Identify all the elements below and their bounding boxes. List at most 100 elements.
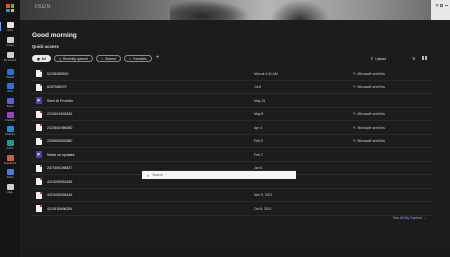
file-name[interactable]: 4210453094446 bbox=[47, 193, 72, 197]
file-activity: ✎ Microsoft sent this bbox=[353, 72, 385, 76]
star-icon: ☆ bbox=[128, 56, 132, 61]
file-row[interactable]: 4210153696254 Oct 8, 2021 bbox=[32, 202, 432, 216]
teams-icon bbox=[6, 98, 14, 104]
apps-icon bbox=[6, 184, 14, 190]
main-content: Good morning Quick access ▦ All ◷ Recent… bbox=[20, 20, 450, 257]
file-name[interactable]: Semi AI Provider bbox=[47, 99, 73, 103]
pdf-file-icon bbox=[36, 137, 42, 145]
admin-icon bbox=[6, 169, 14, 175]
pdf-file-icon bbox=[36, 191, 42, 199]
search-placeholder: Search bbox=[152, 173, 163, 177]
footer bbox=[20, 247, 450, 257]
pen-icon: ✎ bbox=[353, 71, 357, 76]
search-box[interactable]: ⌕ Search bbox=[142, 169, 296, 179]
rail-item-apps[interactable]: Apps bbox=[0, 183, 20, 198]
rail-item-teams[interactable]: Teams bbox=[0, 97, 20, 112]
upload-arrow-icon: ⇧ bbox=[370, 55, 374, 61]
file-date: Jul 8 bbox=[254, 85, 262, 90]
file-name[interactable]: 4210153696254 bbox=[47, 207, 72, 211]
greeting-heading: Good morning bbox=[32, 32, 77, 39]
close-icon[interactable]: ✕ bbox=[435, 3, 439, 9]
chip-all[interactable]: ▦ All bbox=[32, 55, 51, 62]
quick-access-heading: Quick access bbox=[32, 44, 59, 49]
rail-item-label: OneDrive bbox=[4, 133, 16, 136]
file-name[interactable]: 4210093051636 bbox=[47, 180, 72, 184]
file-name[interactable]: 2223841966080 bbox=[47, 126, 72, 130]
powerpoint-icon bbox=[6, 155, 14, 161]
file-date: Nov 9, 2021 bbox=[254, 193, 273, 198]
file-name[interactable]: 2209952692880 bbox=[47, 139, 72, 143]
file-name[interactable]: 2234919494826 bbox=[47, 112, 72, 116]
search-icon: ⌕ bbox=[147, 172, 150, 178]
rail-item-home[interactable]: Home bbox=[0, 21, 20, 36]
arrow-right-icon: → bbox=[422, 216, 427, 220]
rail-item-forms[interactable]: Forms bbox=[0, 139, 20, 154]
rail-item-label: Outlook bbox=[5, 76, 15, 79]
filter-chips: ▦ All ◷ Recently opened ⚇ Shared ☆ Favor… bbox=[32, 55, 159, 62]
file-date: May 15 bbox=[254, 98, 266, 103]
rail-item-onedrive[interactable]: OneDrive bbox=[0, 125, 20, 140]
onenote-icon bbox=[6, 112, 14, 118]
pdf-file-icon bbox=[36, 164, 42, 172]
pdf-file-icon bbox=[36, 110, 42, 118]
file-row[interactable]: 2223841966080 Apr 4 ✎ Microsoft sent this bbox=[32, 121, 432, 135]
rail-item-label: Admin bbox=[6, 176, 14, 179]
file-row[interactable]: Notes on updates Feb 2 bbox=[32, 148, 432, 162]
outlook-icon bbox=[6, 69, 14, 75]
file-activity-text: Microsoft sent this bbox=[357, 125, 385, 130]
file-row[interactable]: 2209952692880 Feb 9 ✎ Microsoft sent this bbox=[32, 135, 432, 148]
people-icon: ⚇ bbox=[100, 56, 104, 61]
rail-item-label: Apps bbox=[7, 191, 13, 194]
rail-item-label: My Content bbox=[3, 59, 17, 62]
rail-item-word[interactable]: Word bbox=[0, 82, 20, 97]
word-icon bbox=[6, 83, 14, 89]
window-controls: ✕ bbox=[431, 0, 450, 20]
file-name[interactable]: 6157088379 bbox=[47, 85, 66, 89]
create-icon bbox=[6, 37, 14, 43]
chip-recently-opened[interactable]: ◷ Recently opened bbox=[53, 55, 93, 62]
see-all-link[interactable]: See All My Content → bbox=[393, 216, 426, 220]
pdf-file-icon bbox=[36, 70, 42, 78]
chip-shared[interactable]: ⚇ Shared bbox=[95, 55, 121, 62]
microsoft-logo-icon[interactable] bbox=[6, 4, 14, 12]
pdf-file-icon bbox=[36, 205, 42, 213]
file-name[interactable]: 2371651088827 bbox=[47, 166, 72, 170]
sort-icon[interactable]: ⇅ bbox=[412, 56, 415, 61]
add-filter-icon[interactable]: + bbox=[156, 55, 160, 62]
forms-file-icon bbox=[36, 151, 42, 159]
file-row[interactable]: 2234919494826 May 8 ✎ Microsoft sent this bbox=[32, 108, 432, 121]
pdf-file-icon bbox=[36, 178, 42, 186]
rail-item-label: Forms bbox=[6, 147, 14, 150]
banner-image: ISDS bbox=[20, 0, 431, 20]
file-date: May 8 bbox=[254, 112, 264, 117]
file-row[interactable]: Semi AI Provider May 15 bbox=[32, 94, 432, 108]
file-row[interactable]: 6157088379 Jul 8 ✎ Microsoft sent this bbox=[32, 81, 432, 94]
forms-icon bbox=[6, 140, 14, 146]
rail-item-label: Home bbox=[6, 29, 14, 32]
rail-item-label: PowerPoint bbox=[3, 162, 17, 165]
rail-item-admin[interactable]: Admin bbox=[0, 168, 20, 183]
minimize-icon[interactable] bbox=[445, 5, 448, 6]
file-list: 51256289520 Mon at 4:41 AM ✎ Microsoft sent… bbox=[32, 67, 432, 216]
file-row[interactable]: 51256289520 Mon at 4:41 AM ✎ Microsoft sent… bbox=[32, 67, 432, 81]
rail-item-label: Teams bbox=[6, 105, 14, 108]
file-date: Apr 4 bbox=[254, 125, 263, 130]
rail-item-onenote[interactable]: OneNote bbox=[0, 111, 20, 126]
maximize-icon[interactable] bbox=[440, 3, 443, 7]
view-grid-icon[interactable] bbox=[422, 55, 427, 61]
rail-item-my-content[interactable]: My Content bbox=[0, 51, 20, 66]
upload-button[interactable]: ⇧ Upload bbox=[370, 56, 386, 62]
file-name[interactable]: 51256289520 bbox=[47, 72, 68, 76]
rail-item-outlook[interactable]: Outlook bbox=[0, 68, 20, 83]
file-row[interactable]: 4210453094446 Nov 9, 2021 bbox=[32, 189, 432, 202]
rail-item-powerpoint[interactable]: PowerPoint bbox=[0, 154, 20, 169]
chip-favorites[interactable]: ☆ Favorites bbox=[123, 55, 152, 62]
file-date: Feb 2 bbox=[254, 152, 263, 157]
banner-tag: ISDS bbox=[35, 4, 52, 10]
file-name[interactable]: Notes on updates bbox=[47, 153, 74, 157]
file-activity-text: Microsoft sent this bbox=[357, 85, 385, 90]
rail-item-create[interactable]: Create bbox=[0, 36, 20, 51]
file-activity: ✎ Microsoft sent this bbox=[353, 85, 385, 89]
file-activity: ✎ Microsoft sent this bbox=[353, 112, 385, 116]
clock-icon: ◷ bbox=[58, 56, 62, 61]
